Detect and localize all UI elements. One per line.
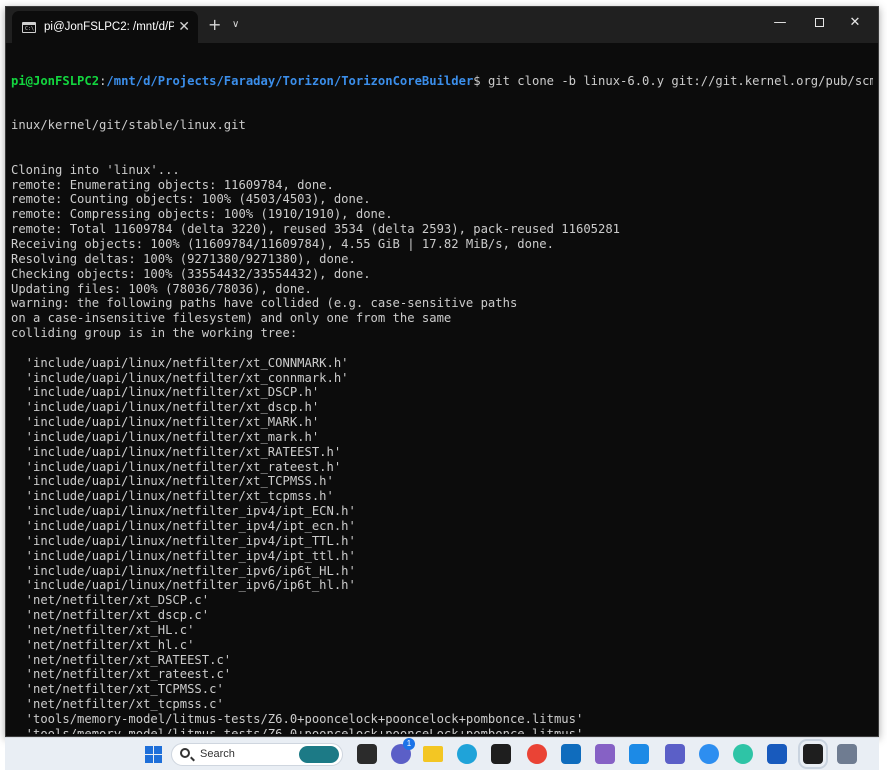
output-line: colliding group is in the working tree: [11,326,298,341]
terminal-icon: C:\ [22,21,36,33]
tab-title: pi@JonFSLPC2: /mnt/d/Proje [44,21,174,33]
maximize-button[interactable] [809,13,829,33]
prompt-symbol: $ [473,73,481,88]
output-line: 'include/uapi/linux/netfilter_ipv4/ipt_t… [11,548,356,563]
output-block: Cloning into 'linux'... remote: Enumerati… [11,163,873,734]
terminal-icon[interactable] [798,739,828,769]
visual-studio-icon[interactable] [595,744,615,764]
vscode-icon[interactable] [629,744,649,764]
notification-badge: 1 [403,738,415,750]
output-line: 'net/netfilter/xt_HL.c' [11,622,195,637]
search-highlight-icon [299,746,339,763]
terminal-window: C:\ pi@JonFSLPC2: /mnt/d/Proje ✕ + ∨ — ✕… [5,6,879,737]
output-line: 'net/netfilter/xt_tcpmss.c' [11,697,224,712]
output-line: Updating files: 100% (78036/78036), done… [11,281,312,296]
prompt-path: /mnt/d/Projects/Faraday/Torizon/TorizonC… [106,73,474,88]
output-line: remote: Counting objects: 100% (4503/450… [11,192,371,207]
maximize-icon [814,18,824,27]
search-input[interactable]: Search [171,743,343,766]
chevron-down-icon[interactable]: ∨ [232,15,239,35]
search-label: Search [200,748,235,760]
output-line: 'net/netfilter/xt_dscp.c' [11,608,210,623]
command-line: pi@JonFSLPC2:/mnt/d/Projects/Faraday/Tor… [11,74,873,89]
output-line: 'include/uapi/linux/netfilter_ipv6/ip6t_… [11,563,356,578]
outlook-icon[interactable] [561,744,581,764]
output-line: 'include/uapi/linux/netfilter/xt_dscp.h' [11,400,320,415]
output-line: 'include/uapi/linux/netfilter/xt_connmar… [11,370,349,385]
task-view-icon[interactable] [357,744,377,764]
output-line: 'include/uapi/linux/netfilter/xt_DSCP.h' [11,385,320,400]
prompt-user: pi@JonFSLPC2 [11,73,100,88]
feedback-icon[interactable] [699,744,719,764]
output-line: Cloning into 'linux'... [11,162,180,177]
minimize-button[interactable]: — [770,13,790,33]
output-line: 'include/uapi/linux/netfilter/xt_CONNMAR… [11,355,349,370]
output-line: 'net/netfilter/xt_TCPMSS.c' [11,682,224,697]
taskbar: Search 1 [5,737,879,770]
output-line: 'include/uapi/linux/netfilter_ipv6/ip6t_… [11,578,356,593]
terminal-icon[interactable] [491,744,511,764]
start-button[interactable] [143,744,163,764]
chrome-icon[interactable] [527,744,547,764]
edge-icon[interactable] [457,744,477,764]
settings-icon[interactable] [837,744,857,764]
output-line: 'include/uapi/linux/netfilter/xt_RATEEST… [11,444,342,459]
output-line: Checking objects: 100% (33554432/3355443… [11,266,371,281]
terminal-tab[interactable]: C:\ pi@JonFSLPC2: /mnt/d/Proje ✕ [12,11,198,43]
output-line: remote: Enumerating objects: 11609784, d… [11,177,334,192]
teams-icon[interactable] [665,744,685,764]
output-line: on a case-insensitive filesystem) and on… [11,311,452,326]
new-tab-button[interactable]: + [208,15,221,35]
output-line: 'include/uapi/linux/netfilter/xt_TCPMSS.… [11,474,334,489]
output-line: 'include/uapi/linux/netfilter/xt_rateest… [11,459,342,474]
output-line: 'tools/memory-model/litmus-tests/Z6.0+po… [11,726,584,734]
output-line: 'include/uapi/linux/netfilter_ipv4/ipt_e… [11,519,356,533]
edge-beta-icon[interactable] [733,744,753,764]
output-line: remote: Total 11609784 (delta 3220), reu… [11,222,621,237]
title-bar: C:\ pi@JonFSLPC2: /mnt/d/Proje ✕ + ∨ — ✕ [6,7,878,43]
command-text: git clone -b linux-6.0.y git://git.kerne… [480,73,873,88]
output-line: 'net/netfilter/xt_DSCP.c' [11,593,210,608]
file-explorer-icon[interactable] [423,746,443,762]
chat-icon[interactable]: 1 [391,738,415,764]
word-icon[interactable] [767,744,787,764]
output-line: 'net/netfilter/xt_rateest.c' [11,667,232,682]
output-line: Receiving objects: 100% (11609784/116097… [11,236,554,251]
close-button[interactable]: ✕ [845,13,865,33]
output-line: Resolving deltas: 100% (9271380/9271380)… [11,251,356,266]
output-line: warning: the following paths have collid… [11,296,518,311]
output-line: 'include/uapi/linux/netfilter/xt_MARK.h' [11,415,320,430]
output-line: 'include/uapi/linux/netfilter/xt_mark.h' [11,429,320,444]
output-line: 'net/netfilter/xt_hl.c' [11,637,195,652]
output-line: 'net/netfilter/xt_RATEEST.c' [11,652,232,667]
search-icon [180,748,190,758]
tab-close-icon[interactable]: ✕ [178,18,190,36]
output-line: remote: Compressing objects: 100% (1910/… [11,207,393,222]
terminal-output[interactable]: pi@JonFSLPC2:/mnt/d/Projects/Faraday/Tor… [11,44,873,734]
output-line: 'include/uapi/linux/netfilter/xt_tcpmss.… [11,489,334,504]
command-line-wrap: inux/kernel/git/stable/linux.git [11,118,246,133]
output-line: 'tools/memory-model/litmus-tests/Z6.0+po… [11,711,584,726]
output-line: 'include/uapi/linux/netfilter_ipv4/ipt_T… [11,533,356,548]
output-line: 'include/uapi/linux/netfilter_ipv4/ipt_E… [11,504,356,519]
